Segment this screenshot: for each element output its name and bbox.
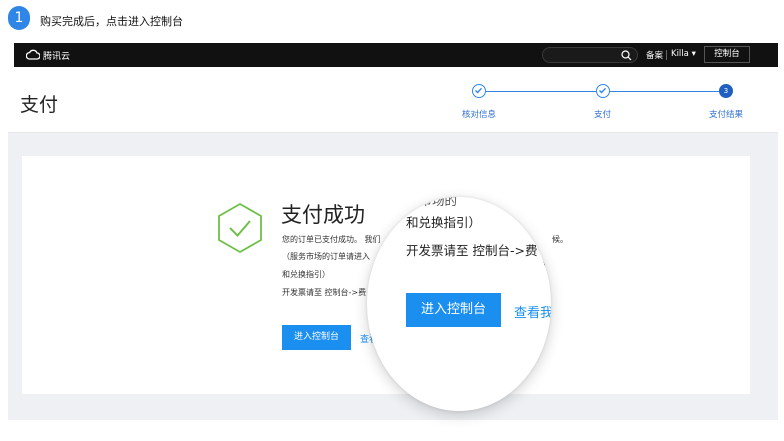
- nav-divider: [666, 50, 667, 60]
- success-check-icon: [218, 202, 262, 254]
- magnified-text-fragment: 候，: [537, 235, 551, 245]
- result-message-tail: 候。: [552, 235, 568, 244]
- instruction-text: 购买完成后，点击进入控制台: [40, 15, 183, 28]
- search-icon[interactable]: [621, 50, 632, 61]
- magnifier-lens: 场市场的 和兑换指引） 开发票请至 控制台->费 候， 码 进入控制台 查看我: [367, 197, 551, 411]
- magnified-view-link[interactable]: 查看我: [514, 302, 551, 321]
- step-label: 核对信息: [462, 110, 497, 120]
- enter-console-button[interactable]: 进入控制台: [282, 325, 351, 350]
- magnified-enter-console-button[interactable]: 进入控制台: [406, 293, 501, 327]
- result-message-line4: 开发票请至 控制台->费: [282, 288, 367, 297]
- magnified-text-fragment: 场市场的: [407, 197, 458, 208]
- brand-name: 腾讯云: [43, 52, 71, 62]
- search-input[interactable]: [542, 47, 638, 63]
- page-header: 支付 3 核对信息 支付 支付结果: [8, 67, 778, 133]
- result-message-line3: 和兑换指引）: [282, 270, 330, 279]
- step-check-icon: [596, 84, 610, 98]
- page-title: 支付: [20, 94, 59, 116]
- result-message-line2: （服务市场的订单请进入: [282, 252, 370, 261]
- step-label: 支付: [594, 110, 612, 120]
- result-message-line1: 您的订单已支付成功。 我们: [282, 235, 381, 244]
- cloud-logo-icon: [26, 49, 40, 60]
- magnified-text-fragment: 码: [543, 258, 551, 268]
- nav-record-link[interactable]: 备案: [646, 49, 663, 61]
- instruction-bar: 1 购买完成后，点击进入控制台: [0, 0, 784, 40]
- nav-console-button[interactable]: 控制台: [704, 46, 750, 63]
- stepper-line: [610, 91, 726, 92]
- success-title: 支付成功: [281, 203, 365, 227]
- step-number-badge: 1: [8, 6, 30, 30]
- stepper-line: [486, 91, 596, 92]
- step-label: 支付结果: [709, 110, 744, 120]
- magnified-text-line: 开发票请至 控制台->费: [406, 243, 538, 258]
- step-check-icon: [472, 84, 486, 98]
- nav-user-menu[interactable]: Killa ▾: [671, 49, 696, 59]
- magnified-text-line: 和兑换指引）: [406, 215, 482, 230]
- top-navbar: 腾讯云 备案 Killa ▾ 控制台: [14, 43, 778, 67]
- step-current-node: 3: [719, 84, 733, 98]
- brand-logo[interactable]: 腾讯云: [26, 48, 86, 62]
